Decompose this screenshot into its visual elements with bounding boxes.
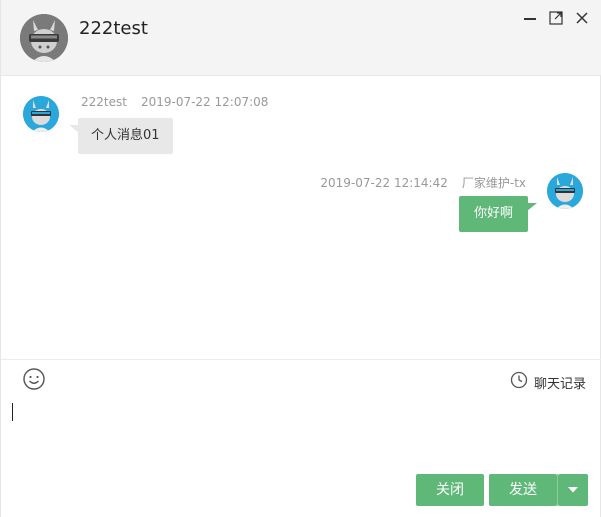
message-meta: 2019-07-22 12:14:42 厂家维护-tx [320, 174, 526, 191]
text-caret [12, 403, 13, 421]
message-bubble-incoming[interactable]: 个人消息01 [69, 118, 173, 154]
chat-window: 222test 222test 2019-07-22 12:07:08 个人消息… [0, 0, 601, 517]
smiley-icon[interactable] [22, 367, 46, 391]
chat-history-label: 聊天记录 [533, 376, 586, 392]
contact-avatar[interactable] [20, 14, 68, 62]
message-timestamp: 2019-07-22 12:14:42 [320, 176, 448, 190]
message-bubble-outgoing[interactable]: 你好啊 [458, 196, 538, 232]
caret-down-icon [567, 474, 579, 506]
send-options-button[interactable] [558, 474, 588, 506]
chat-header: 222test [1, 0, 601, 76]
sender-avatar[interactable] [23, 96, 59, 132]
message-timestamp: 2019-07-22 12:07:08 [140, 95, 269, 109]
message-list[interactable]: 222test 2019-07-22 12:07:08 个人消息01 2019-0… [1, 76, 601, 359]
window-controls [522, 10, 590, 26]
message-sender: 厂家维护-tx [461, 176, 526, 190]
clock-icon [510, 371, 528, 393]
chat-title: 222test [79, 18, 148, 39]
minimize-icon[interactable] [522, 10, 538, 26]
self-avatar[interactable] [547, 173, 583, 209]
send-button[interactable]: 发送 [489, 474, 557, 506]
composer-divider [1, 359, 601, 360]
message-meta: 222test 2019-07-22 12:07:08 [81, 95, 268, 109]
message-input[interactable] [11, 398, 595, 468]
maximize-icon[interactable] [548, 10, 564, 26]
message-sender: 222test [81, 95, 127, 109]
close-icon[interactable] [574, 10, 590, 26]
chat-history-button[interactable]: 聊天记录 [510, 371, 586, 393]
close-button[interactable]: 关闭 [416, 474, 484, 506]
